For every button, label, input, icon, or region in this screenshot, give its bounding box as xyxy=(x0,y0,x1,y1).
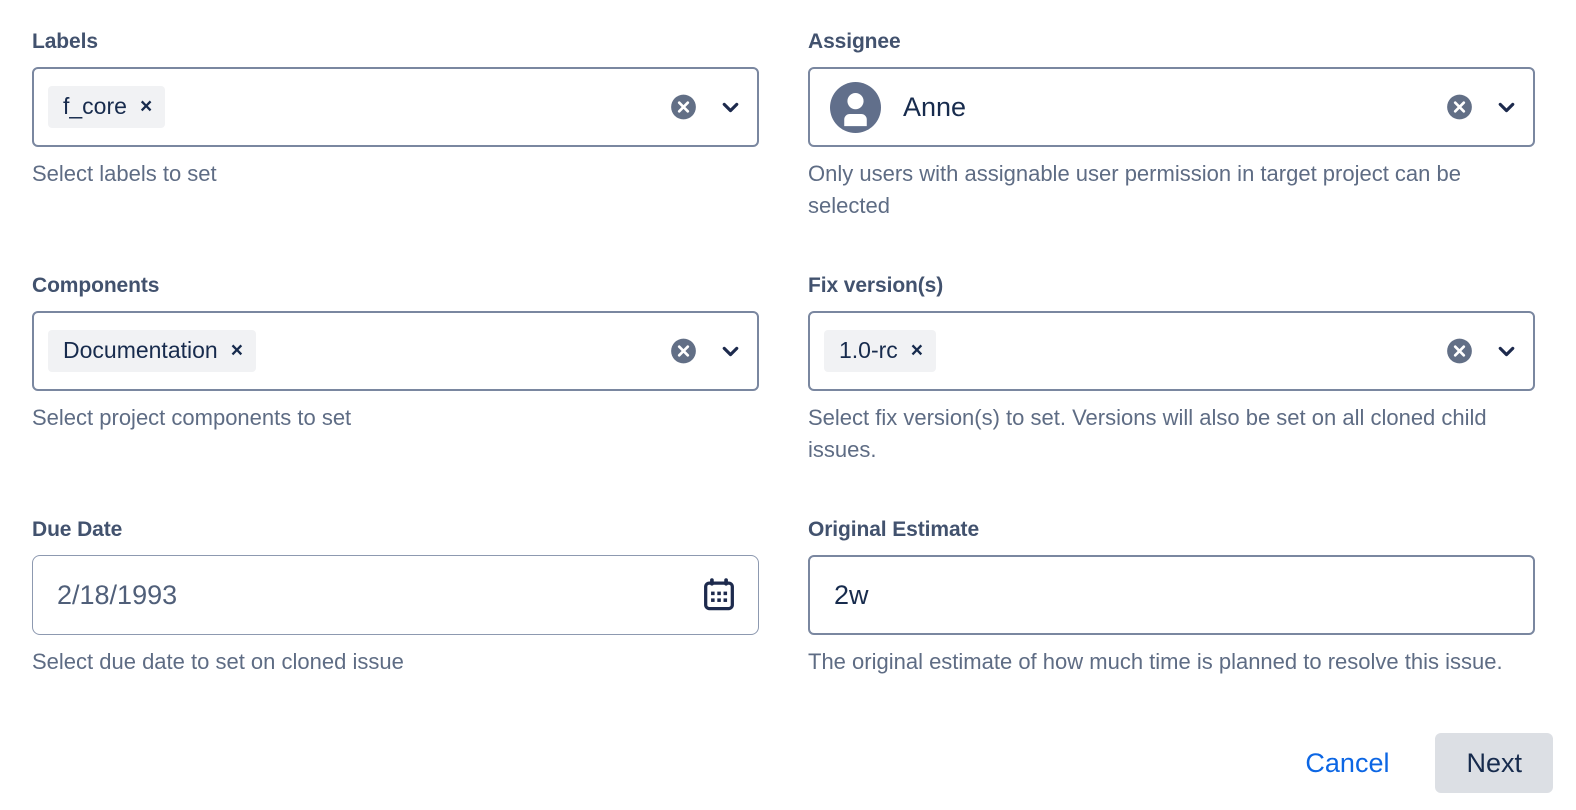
components-label: Components xyxy=(32,274,160,297)
fix-versions-helper-text: Select fix version(s) to set. Versions w… xyxy=(808,405,1487,462)
clear-circle-icon[interactable] xyxy=(670,338,697,365)
original-estimate-value: 2w xyxy=(834,580,869,610)
fix-versions-chip-remove-icon[interactable]: × xyxy=(911,340,923,361)
chevron-down-icon[interactable] xyxy=(1494,95,1519,120)
field-fix-versions: Fix version(s) 1.0-rc × Select fix versi… xyxy=(808,274,1535,518)
labels-helper-text: Select labels to set xyxy=(32,161,217,186)
labels-label: Labels xyxy=(32,30,98,53)
clear-circle-icon[interactable] xyxy=(1446,94,1473,121)
original-estimate-label: Original Estimate xyxy=(808,518,980,541)
assignee-helper-text: Only users with assignable user permissi… xyxy=(808,161,1461,218)
due-date-value: 2/18/1993 xyxy=(57,580,178,610)
assignee-select[interactable]: Anne xyxy=(808,67,1535,147)
fields-grid: Labels f_core × Select labels to set Ass… xyxy=(32,30,1544,678)
components-chip-text: Documentation xyxy=(63,337,218,363)
assignee-label: Assignee xyxy=(808,30,901,53)
chevron-down-icon[interactable] xyxy=(718,95,743,120)
components-adornments xyxy=(670,338,743,365)
components-chip[interactable]: Documentation × xyxy=(48,330,256,372)
field-due-date: Due Date 2/18/1993 Select due date to se… xyxy=(32,518,759,678)
fix-versions-chip-text: 1.0-rc xyxy=(839,337,898,363)
clear-circle-icon[interactable] xyxy=(670,94,697,121)
components-chip-remove-icon[interactable]: × xyxy=(231,340,243,361)
labels-select[interactable]: f_core × xyxy=(32,67,759,147)
labels-adornments xyxy=(670,94,743,121)
fix-versions-select[interactable]: 1.0-rc × xyxy=(808,311,1535,391)
components-select[interactable]: Documentation × xyxy=(32,311,759,391)
due-date-label: Due Date xyxy=(32,518,123,541)
field-original-estimate: Original Estimate 2w The original estima… xyxy=(808,518,1535,678)
original-estimate-helper-text: The original estimate of how much time i… xyxy=(808,649,1503,674)
labels-chip-text: f_core xyxy=(63,93,127,119)
due-date-helper-text: Select due date to set on cloned issue xyxy=(32,649,404,674)
chevron-down-icon[interactable] xyxy=(718,339,743,364)
field-components: Components Documentation × Select projec… xyxy=(32,274,759,518)
field-assignee: Assignee Anne Only users with assignable… xyxy=(808,30,1535,274)
field-labels: Labels f_core × Select labels to set xyxy=(32,30,759,274)
calendar-icon[interactable] xyxy=(702,578,736,612)
user-avatar-icon xyxy=(830,81,881,133)
fix-versions-adornments xyxy=(1446,338,1519,365)
fix-versions-chip[interactable]: 1.0-rc × xyxy=(824,330,937,372)
cancel-button[interactable]: Cancel xyxy=(1287,735,1407,791)
assignee-adornments xyxy=(1446,94,1519,121)
form-footer: Cancel Next xyxy=(1287,733,1553,793)
next-button[interactable]: Next xyxy=(1435,733,1553,793)
labels-chip-remove-icon[interactable]: × xyxy=(140,96,152,117)
assignee-value: Anne xyxy=(903,92,967,122)
original-estimate-input[interactable]: 2w xyxy=(808,555,1535,635)
chevron-down-icon[interactable] xyxy=(1494,339,1519,364)
clear-circle-icon[interactable] xyxy=(1446,338,1473,365)
fix-versions-label: Fix version(s) xyxy=(808,274,944,297)
due-date-input[interactable]: 2/18/1993 xyxy=(32,555,759,635)
clone-issue-form: Labels f_core × Select labels to set Ass… xyxy=(0,0,1576,810)
labels-chip[interactable]: f_core × xyxy=(48,86,166,128)
assignee-value-group: Anne xyxy=(824,81,967,133)
components-helper-text: Select project components to set xyxy=(32,405,352,430)
